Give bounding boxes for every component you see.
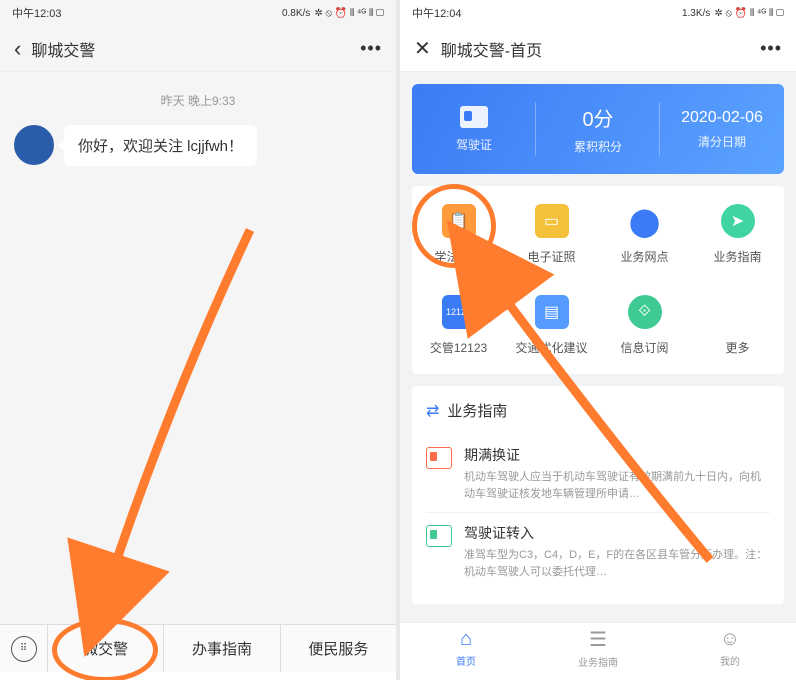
- grid-dingyue[interactable]: ⟐ 信息订阅: [598, 295, 691, 356]
- rss-icon: ⟐: [628, 295, 662, 329]
- study-icon: 📋: [442, 204, 476, 238]
- app-icon: 12123: [442, 295, 476, 329]
- home-icon: ⌂: [460, 628, 472, 651]
- nav-bar: [0, 672, 396, 680]
- ecard-icon: ▭: [535, 204, 569, 238]
- grid-12123[interactable]: 12123 交管12123: [412, 295, 505, 356]
- keyboard-icon: ⠿: [11, 636, 37, 662]
- menu-item-weijiaojing[interactable]: 微交警: [48, 625, 164, 672]
- license-card[interactable]: 驾驶证 0分 累积积分 2020-02-06 清分日期: [412, 84, 784, 174]
- status-icons: 0.8K/s ✲ ⦸ ⏰ ⫴ ⁴ᴳ ⫴ ▢: [282, 8, 384, 19]
- grid-zhinan[interactable]: ➤ 业务指南: [691, 204, 784, 265]
- status-icons: 1.3K/s ✲ ⦸ ⏰ ⫴ ⁴ᴳ ⫴ ▢: [682, 8, 784, 19]
- grid-jianyi[interactable]: ▤ 交通优化建议: [505, 295, 598, 356]
- chat-area: 昨天 晚上9:33 你好，欢迎关注 lcjjfwh！: [0, 72, 396, 632]
- suggest-icon: ▤: [535, 295, 569, 329]
- guide-item-zhuanru[interactable]: 驾驶证转入 准驾车型为C3，C4，D，E，F的在各区县车管分所办理。注：机动车驾…: [426, 513, 770, 590]
- guide-item-icon: [426, 525, 452, 547]
- grid-xuefa[interactable]: 📋 学法积分: [412, 204, 505, 265]
- back-icon[interactable]: ‹: [14, 36, 21, 62]
- status-bar: 中午12:04 1.3K/s ✲ ⦸ ⏰ ⫴ ⁴ᴳ ⫴ ▢: [400, 0, 796, 26]
- guide-item-icon: [426, 447, 452, 469]
- card-score: 0分 累积积分: [536, 84, 660, 174]
- guide-item-qiman[interactable]: 期满换证 机动车驾驶人应当于机动车驾驶证有效期满前九十日内，向机动车驾驶证核发地…: [426, 435, 770, 513]
- tab-bar: ⌂ 首页 ☰ 业务指南 ☺ 我的: [400, 622, 796, 672]
- chat-timestamp: 昨天 晚上9:33: [14, 92, 382, 109]
- card-date: 2020-02-06 清分日期: [660, 84, 784, 174]
- home-header: ✕ 聊城交警-首页 •••: [400, 26, 796, 72]
- status-bar: 中午12:03 0.8K/s ✲ ⦸ ⏰ ⫴ ⁴ᴳ ⫴ ▢: [0, 0, 396, 26]
- home-screen: 中午12:04 1.3K/s ✲ ⦸ ⏰ ⫴ ⁴ᴳ ⫴ ▢ ✕ 聊城交警-首页 …: [400, 0, 796, 680]
- message-bubble: 你好，欢迎关注 lcjjfwh！: [64, 125, 257, 166]
- keyboard-toggle[interactable]: ⠿: [0, 625, 48, 672]
- guide-tab-icon: ☰: [589, 627, 607, 652]
- content-area: 驾驶证 0分 累积积分 2020-02-06 清分日期 📋 学法积分 ▭ 电子证…: [400, 72, 796, 616]
- guide-section-header: ⇄ 业务指南: [426, 400, 770, 421]
- more-grid-icon: [721, 295, 755, 329]
- message-row: 你好，欢迎关注 lcjjfwh！: [14, 125, 382, 166]
- chat-screen: 中午12:03 0.8K/s ✲ ⦸ ⏰ ⫴ ⁴ᴳ ⫴ ▢ ‹ 聊城交警 •••…: [0, 0, 396, 680]
- tab-home[interactable]: ⌂ 首页: [400, 623, 532, 672]
- tab-guide[interactable]: ☰ 业务指南: [532, 623, 664, 672]
- status-time: 中午12:04: [412, 5, 462, 21]
- bottom-menu: ⠿ 微交警 办事指南 便民服务: [0, 624, 396, 672]
- nav-bar: [400, 672, 796, 680]
- compass-icon: ➤: [721, 204, 755, 238]
- close-icon[interactable]: ✕: [414, 36, 431, 61]
- tab-mine[interactable]: ☺ 我的: [664, 623, 796, 672]
- page-title: 聊城交警-首页: [441, 37, 760, 61]
- more-icon[interactable]: •••: [360, 38, 382, 59]
- person-icon: ☺: [720, 628, 740, 651]
- chat-header: ‹ 聊城交警 •••: [0, 26, 396, 72]
- menu-item-banshi[interactable]: 办事指南: [164, 625, 280, 672]
- card-license: 驾驶证: [412, 84, 536, 174]
- grid-more[interactable]: 更多: [691, 295, 784, 356]
- license-icon: [460, 106, 488, 128]
- guide-header-icon: ⇄: [426, 401, 439, 421]
- menu-item-bianmin[interactable]: 便民服务: [281, 625, 396, 672]
- status-time: 中午12:03: [12, 5, 62, 21]
- feature-grid: 📋 学法积分 ▭ 电子证照 ⬤ 业务网点 ➤ 业务指南 12123 交管1212…: [412, 186, 784, 374]
- guide-section: ⇄ 业务指南 期满换证 机动车驾驶人应当于机动车驾驶证有效期满前九十日内，向机动…: [412, 386, 784, 604]
- location-icon: ⬤: [628, 204, 662, 238]
- more-icon[interactable]: •••: [760, 38, 782, 59]
- page-title: 聊城交警: [31, 37, 360, 61]
- grid-wangdian[interactable]: ⬤ 业务网点: [598, 204, 691, 265]
- avatar[interactable]: [14, 125, 54, 165]
- grid-dianzi[interactable]: ▭ 电子证照: [505, 204, 598, 265]
